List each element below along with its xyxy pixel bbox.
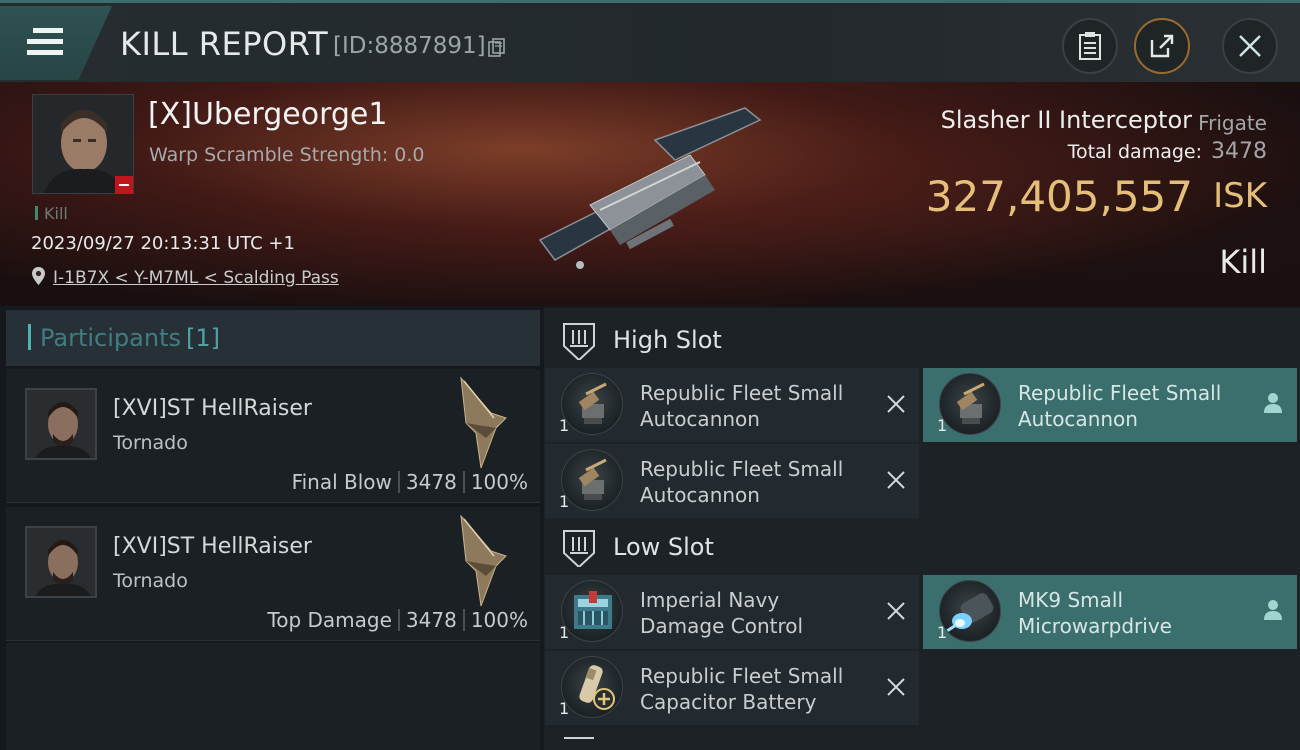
dropped-person-icon bbox=[1264, 393, 1282, 413]
module-quantity: 1 bbox=[559, 699, 570, 718]
module-name: MK9 Small Microwarpdrive bbox=[1018, 588, 1172, 638]
menu-icon bbox=[27, 28, 63, 56]
damage-control-icon bbox=[561, 580, 623, 642]
result-label: Kill bbox=[1219, 243, 1267, 281]
section-accent-bar bbox=[28, 324, 31, 350]
close-icon bbox=[1239, 35, 1261, 57]
module-quantity: 1 bbox=[937, 416, 948, 435]
isk-value: 327,405,557 bbox=[925, 172, 1193, 221]
participant-role: Top Damage bbox=[267, 608, 392, 632]
participants-list-filler bbox=[6, 643, 540, 750]
module-name: Republic Fleet Small Autocannon bbox=[640, 457, 844, 507]
module-quantity: 1 bbox=[559, 492, 570, 511]
autocannon-icon bbox=[939, 373, 1001, 435]
module-name: Republic Fleet Small Autocannon bbox=[1018, 381, 1222, 431]
module-item[interactable]: 1 Republic Fleet Small Autocannon bbox=[545, 368, 919, 442]
high-slot-icon bbox=[563, 323, 595, 360]
module-name: Republic Fleet Small Capacitor Battery bbox=[640, 664, 844, 714]
participant-damage: 3478 bbox=[405, 608, 457, 632]
autocannon-icon bbox=[561, 373, 623, 435]
clipboard-button[interactable] bbox=[1062, 18, 1118, 74]
menu-button[interactable] bbox=[0, 6, 112, 80]
total-damage-label: Total damage: bbox=[1067, 141, 1202, 163]
destroyed-icon bbox=[887, 471, 905, 489]
victim-ship-class: Frigate bbox=[1198, 111, 1267, 135]
participant-percent: 100% bbox=[470, 470, 528, 494]
victim-ship-image bbox=[538, 107, 762, 269]
low-slot-icon bbox=[563, 530, 595, 567]
total-damage-value: 3478 bbox=[1211, 139, 1267, 164]
share-button[interactable] bbox=[1134, 18, 1190, 74]
kill-tag: Kill bbox=[35, 204, 68, 223]
participant-role: Final Blow bbox=[291, 470, 392, 494]
location-link[interactable]: I-1B7X < Y-M7ML < Scalding Pass bbox=[53, 268, 339, 288]
module-name: Imperial Navy Damage Control bbox=[640, 588, 804, 638]
high-slot-header: High Slot bbox=[544, 310, 1300, 372]
high-slot-title: High Slot bbox=[613, 326, 722, 354]
kill-datetime: 2023/09/27 20:13:31 UTC +1 bbox=[31, 233, 295, 254]
participant-stats: Top Damage 3478 100% bbox=[267, 608, 528, 632]
destroyed-icon bbox=[887, 602, 905, 620]
participant-name[interactable]: [XVI]ST HellRaiser bbox=[113, 534, 312, 559]
low-slot-header: Low Slot bbox=[544, 517, 1300, 579]
top-bar: KILL REPORT [ID:8887891] bbox=[0, 0, 1300, 82]
participant-avatar bbox=[25, 526, 97, 598]
participant-ship-image bbox=[460, 376, 507, 469]
module-quantity: 1 bbox=[559, 623, 570, 642]
dropped-person-icon bbox=[1264, 600, 1282, 620]
close-button[interactable] bbox=[1222, 18, 1278, 74]
destroyed-icon bbox=[887, 678, 905, 696]
hostile-badge bbox=[115, 176, 133, 194]
page-title: KILL REPORT bbox=[120, 25, 329, 63]
microwarpdrive-icon bbox=[939, 580, 1001, 642]
low-slot-title: Low Slot bbox=[613, 533, 714, 561]
module-item[interactable]: 1 Imperial Navy Damage Control bbox=[545, 575, 919, 649]
participant-stats: Final Blow 3478 100% bbox=[292, 470, 528, 494]
next-slot-header-peek bbox=[544, 735, 1300, 750]
report-id: [ID:8887891] bbox=[333, 33, 486, 59]
module-item[interactable]: 1 Republic Fleet Small Autocannon bbox=[545, 444, 919, 518]
participant-row[interactable]: [XVI]ST HellRaiser Tornado Top Damage 347… bbox=[6, 507, 540, 641]
participant-damage: 3478 bbox=[405, 470, 457, 494]
participants-title: Participants bbox=[40, 324, 181, 352]
victim-pilot-name[interactable]: [X]Ubergeorge1 bbox=[148, 97, 387, 132]
participant-ship: Tornado bbox=[113, 570, 188, 592]
clipboard-icon bbox=[1079, 32, 1101, 60]
share-icon bbox=[1150, 34, 1174, 58]
participant-row[interactable]: [XVI]ST HellRaiser Tornado Final Blow 347… bbox=[6, 369, 540, 503]
participant-name[interactable]: [XVI]ST HellRaiser bbox=[113, 396, 312, 421]
module-name: Republic Fleet Small Autocannon bbox=[640, 381, 844, 431]
module-item[interactable]: 1 Republic Fleet Small Autocannon bbox=[923, 368, 1297, 442]
participant-percent: 100% bbox=[470, 608, 528, 632]
module-quantity: 1 bbox=[559, 416, 570, 435]
victim-ship-name[interactable]: Slasher II Interceptor bbox=[941, 106, 1192, 134]
autocannon-icon bbox=[561, 449, 623, 511]
module-item[interactable]: 1 MK9 Small Microwarpdrive bbox=[923, 575, 1297, 649]
capacitor-battery-icon bbox=[561, 656, 623, 718]
warp-scramble-strength: Warp Scramble Strength: 0.0 bbox=[149, 144, 425, 166]
location-pin-icon bbox=[32, 267, 45, 285]
participant-ship: Tornado bbox=[113, 432, 188, 454]
participant-avatar bbox=[25, 388, 97, 460]
destroyed-icon bbox=[887, 395, 905, 413]
module-item[interactable]: 1 Republic Fleet Small Capacitor Battery bbox=[545, 651, 919, 725]
participant-ship-image bbox=[460, 514, 507, 607]
module-quantity: 1 bbox=[937, 623, 948, 642]
copy-icon[interactable] bbox=[488, 38, 506, 58]
isk-unit: ISK bbox=[1213, 176, 1267, 216]
participants-count: [1] bbox=[186, 324, 220, 352]
